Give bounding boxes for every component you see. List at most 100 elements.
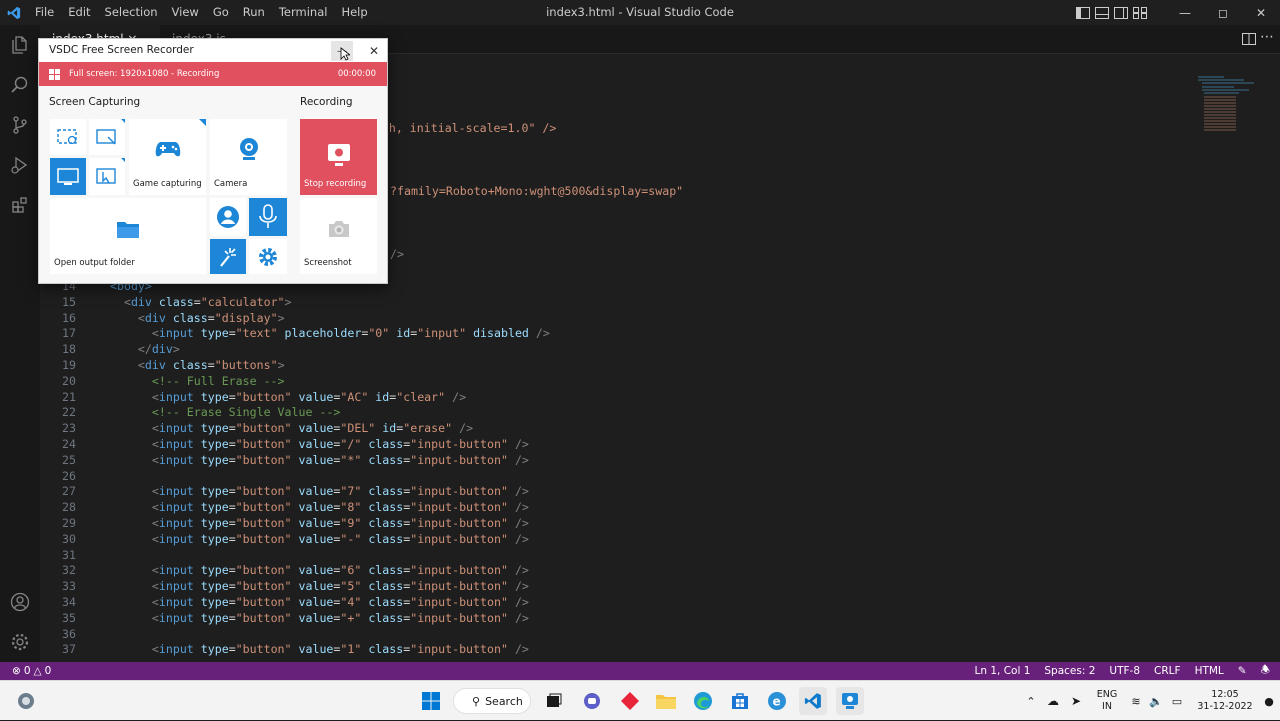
recording-status-text: Full screen: 1920x1080 - Recording — [69, 69, 220, 79]
accounts-icon[interactable] — [0, 582, 40, 622]
app-blue-e-icon[interactable]: e — [763, 687, 791, 715]
menu-bar: File Edit Selection View Go Run Terminal Help — [28, 0, 375, 25]
stop-recording-button[interactable]: Stop recording — [300, 119, 377, 195]
language-mode[interactable]: HTML — [1195, 665, 1224, 677]
wifi-icon[interactable]: ≋ — [1126, 695, 1146, 708]
capture-fullscreen-button[interactable] — [50, 158, 86, 195]
settings-button[interactable] — [249, 239, 287, 274]
code-line: 29 <input type="button" value="9" class=… — [40, 515, 1200, 531]
menu-file[interactable]: File — [28, 0, 61, 25]
run-debug-icon[interactable] — [0, 145, 40, 185]
line-number: 21 — [62, 389, 76, 404]
capture-follow-cursor-button[interactable] — [89, 158, 125, 195]
capture-window-button[interactable] — [89, 119, 125, 155]
clock[interactable]: 12:05 31-12-2022 — [1192, 689, 1258, 713]
app-red-diamond-icon[interactable] — [616, 687, 644, 715]
microsoft-store-icon[interactable] — [726, 687, 754, 715]
extensions-icon[interactable] — [0, 185, 40, 225]
settings-gear-icon[interactable] — [0, 622, 40, 662]
close-button[interactable]: ✕ — [1242, 0, 1280, 25]
edge-browser-icon[interactable] — [689, 687, 717, 715]
open-output-folder-button[interactable]: Open output folder — [50, 198, 206, 274]
menu-go[interactable]: Go — [206, 0, 236, 25]
search-icon[interactable] — [0, 65, 40, 105]
customize-layout-icon[interactable] — [1132, 0, 1148, 25]
vsdc-recorder-taskbar-icon[interactable] — [836, 687, 864, 715]
camera-button[interactable]: Camera — [210, 119, 287, 195]
language-indicator[interactable]: ENG IN — [1088, 689, 1126, 713]
feedback-icon[interactable]: ✎ — [1238, 665, 1247, 677]
code-text: <input type="button" value="AC" id="clea… — [151, 389, 467, 404]
line-number: 22 — [62, 405, 76, 420]
code-text: <input type="button" value="6" class="in… — [151, 563, 529, 578]
task-view-icon[interactable] — [540, 687, 568, 715]
line-number: 34 — [62, 595, 76, 609]
code-line: 28 <input type="button" value="8" class=… — [40, 499, 1200, 515]
code-text: <input type="button" value="DEL" id="era… — [151, 421, 474, 436]
gear-icon — [259, 247, 277, 266]
code-text: <div class="calculator"> — [123, 294, 292, 309]
toggle-secondary-sidebar-icon[interactable] — [1113, 0, 1129, 25]
vsdc-close-button[interactable]: ✕ — [365, 41, 383, 61]
teams-chat-icon[interactable] — [578, 687, 606, 715]
location-arrow-icon[interactable]: ➤ — [1064, 694, 1088, 708]
menu-edit[interactable]: Edit — [61, 0, 97, 25]
cursor-position[interactable]: Ln 1, Col 1 — [975, 665, 1031, 677]
toggle-primary-sidebar-icon[interactable] — [1075, 0, 1091, 25]
menu-view[interactable]: View — [165, 0, 206, 25]
notification-center-icon[interactable]: ● — [1258, 695, 1280, 708]
source-control-icon[interactable] — [0, 105, 40, 145]
search-icon: ⚲ — [472, 694, 481, 708]
system-tray: ⌃ ☁ ➤ ENG IN ≋ 🔈 ▭ 12:05 31-12-2022 ● — [1020, 681, 1280, 721]
minimap[interactable] — [1194, 73, 1264, 153]
menu-selection[interactable]: Selection — [98, 0, 165, 25]
problems-status[interactable]: ⊗ 0 △ 0 — [0, 665, 51, 677]
code-text: <div class="buttons"> — [137, 358, 285, 372]
code-text: <input type="button" value="9" class="in… — [151, 516, 529, 530]
encoding[interactable]: UTF-8 — [1109, 665, 1140, 677]
game-capturing-button[interactable]: Game capturing — [129, 119, 206, 195]
menu-terminal[interactable]: Terminal — [272, 0, 335, 25]
battery-icon[interactable]: ▭ — [1166, 695, 1188, 708]
maximize-button[interactable]: ◻ — [1204, 0, 1242, 25]
split-editor-icon[interactable] — [1242, 31, 1256, 50]
taskbar-search-button[interactable]: ⚲ Search — [453, 688, 531, 714]
svg-text:e: e — [773, 695, 781, 709]
line-number: 36 — [62, 626, 76, 641]
end-of-line[interactable]: CRLF — [1154, 665, 1181, 677]
explorer-icon[interactable] — [0, 25, 40, 65]
volume-icon[interactable]: 🔈 — [1146, 695, 1166, 708]
capture-area-button[interactable] — [50, 119, 86, 155]
widgets-icon[interactable] — [12, 687, 40, 715]
activity-bar — [0, 25, 40, 662]
toggle-panel-icon[interactable] — [1094, 0, 1110, 25]
microphone-button[interactable] — [249, 198, 287, 236]
vsdc-recorder-window: VSDC Free Screen Recorder — ✕ Full scree… — [38, 38, 388, 284]
menu-run[interactable]: Run — [236, 0, 272, 25]
vscode-logo-icon[interactable] — [0, 0, 28, 25]
code-line: 25 <input type="button" value="*" class=… — [40, 452, 1200, 468]
file-explorer-icon[interactable] — [652, 687, 680, 715]
warning-icon: △ — [33, 665, 42, 677]
webcam-overlay-button[interactable] — [210, 198, 246, 236]
code-text: <input type="button" value="-" class="in… — [151, 531, 529, 546]
line-number: 23 — [62, 421, 76, 436]
screenshot-button[interactable]: Screenshot — [300, 198, 377, 274]
indentation[interactable]: Spaces: 2 — [1044, 665, 1095, 677]
line-number: 25 — [62, 452, 76, 467]
onedrive-cloud-icon[interactable]: ☁ — [1042, 694, 1064, 708]
line-number: 17 — [62, 326, 76, 341]
chevron-up-icon[interactable]: ⌃ — [1020, 695, 1042, 708]
start-windows-icon[interactable] — [417, 687, 445, 715]
vscode-taskbar-icon[interactable] — [799, 687, 827, 715]
more-actions-icon[interactable]: ⋯ — [1260, 29, 1274, 45]
menu-help[interactable]: Help — [334, 0, 374, 25]
minimize-button[interactable]: — — [1166, 0, 1204, 25]
line-number: 28 — [62, 500, 76, 515]
user-avatar-icon — [217, 206, 239, 228]
code-line: 16 <div class="display"> — [40, 310, 1200, 326]
code-line: 30 <input type="button" value="-" class=… — [40, 531, 1200, 547]
notifications-bell-icon[interactable]: 🕭 — [1261, 662, 1270, 680]
cursor-effects-button[interactable] — [210, 239, 246, 274]
line-number: 27 — [62, 484, 76, 499]
